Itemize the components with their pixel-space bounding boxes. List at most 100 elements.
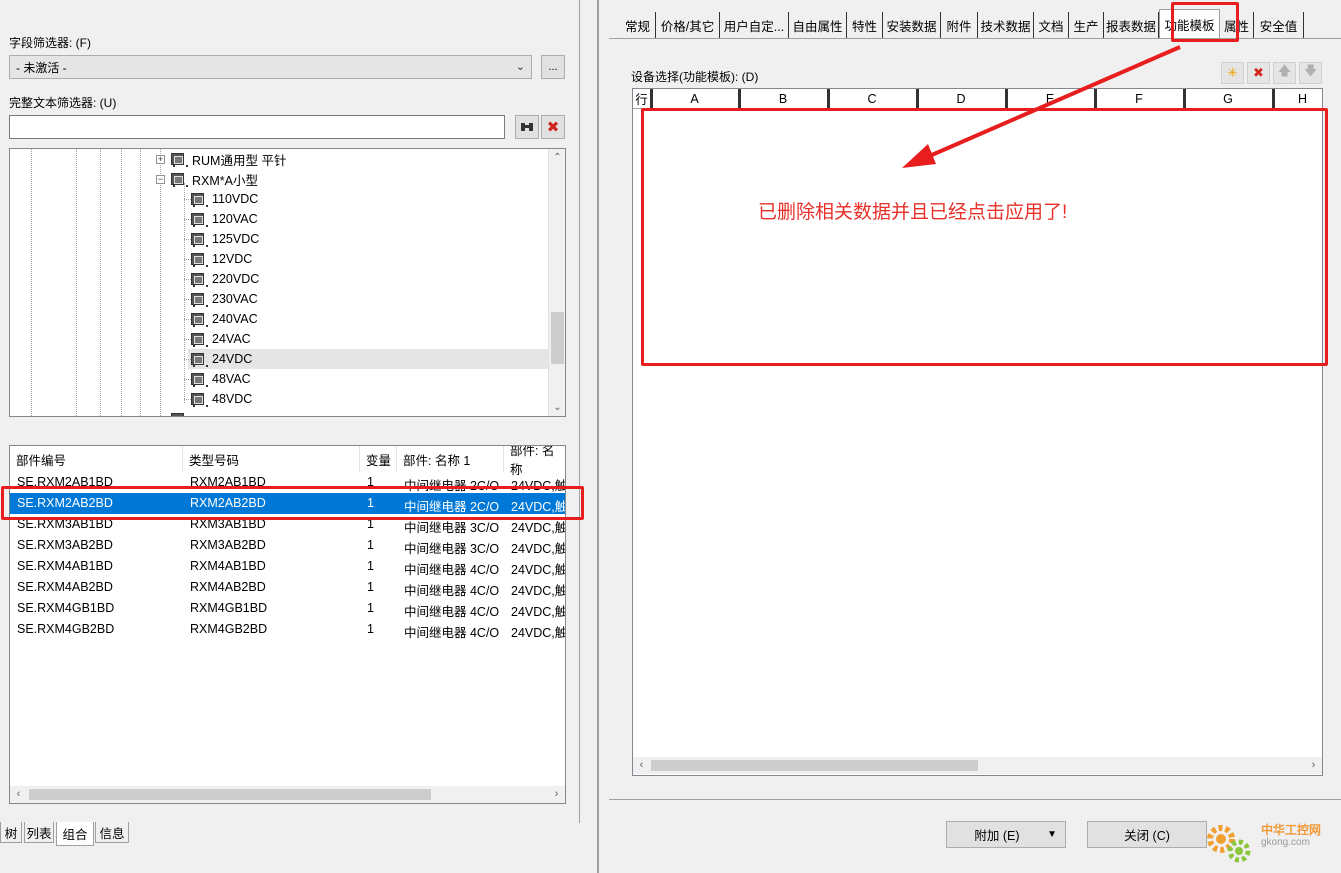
tree-item-label: RUM通用型 平针 bbox=[192, 153, 287, 168]
table-row[interactable]: SE.RXM4GB1BD RXM4GB1BD 1 中间继电器 4C/O 24VDC,触 bbox=[10, 598, 565, 619]
tree-item[interactable]: 110VDC bbox=[191, 189, 258, 209]
table-cell: 中间继电器 4C/O bbox=[404, 605, 500, 619]
scroll-up-icon[interactable]: ⌃ bbox=[549, 149, 565, 166]
tree-item-label: RXM*A小型 bbox=[192, 173, 258, 188]
tab-8[interactable]: 文档 bbox=[1034, 12, 1069, 38]
tree-item[interactable]: RUM通用型 平针 bbox=[171, 149, 286, 169]
left-panel: 字段筛选器: (F) - 未激活 - ⌄ ... 完整文本筛选器: (U) ✖ … bbox=[0, 0, 584, 823]
grid-column-header[interactable]: G bbox=[1184, 89, 1273, 109]
column-header[interactable]: 部件: 名称 1 bbox=[397, 446, 504, 472]
tree-item[interactable]: 48VDC bbox=[191, 389, 252, 409]
grid-horizontal-scrollbar[interactable]: ‹ › bbox=[633, 757, 1322, 774]
tab-2[interactable]: 用户自定... bbox=[720, 12, 789, 38]
scroll-right-icon[interactable]: › bbox=[548, 786, 565, 803]
delete-x-icon: ✖ bbox=[1253, 65, 1264, 80]
panel-splitter[interactable] bbox=[597, 0, 599, 873]
column-header[interactable]: 部件: 名称 bbox=[504, 446, 565, 477]
scroll-down-icon[interactable]: ⌄ bbox=[549, 399, 565, 416]
grid-column-header[interactable]: H bbox=[1273, 89, 1322, 109]
column-header[interactable]: 部件编号 bbox=[10, 446, 183, 472]
part-tree[interactable]: RUM通用型 平针 + RXM*A小型 − 110VDC 120VAC 125VDC 12VD… bbox=[9, 148, 566, 417]
field-filter-more-button[interactable]: ... bbox=[541, 55, 565, 79]
tab-7[interactable]: 技术数据 bbox=[978, 12, 1034, 38]
tree-item[interactable]: 24VDC bbox=[188, 349, 548, 369]
column-header[interactable]: 变量 bbox=[360, 446, 397, 472]
grid-column-header[interactable]: A bbox=[651, 89, 739, 109]
attach-button[interactable]: 附加 (E) ▼ bbox=[946, 821, 1066, 848]
field-filter-select[interactable]: - 未激活 - ⌄ bbox=[9, 55, 532, 79]
new-row-button[interactable]: ✳ bbox=[1221, 62, 1244, 84]
tree-item-label: 24VAC bbox=[212, 332, 251, 346]
table-cell: SE.RXM4GB1BD bbox=[17, 601, 115, 615]
move-down-button[interactable]: 🡇 bbox=[1299, 62, 1322, 84]
tree-item[interactable]: 240VAC bbox=[191, 309, 258, 329]
table-row[interactable]: SE.RXM4AB2BD RXM4AB2BD 1 中间继电器 4C/O 24VDC,触 bbox=[10, 577, 565, 598]
tab-9[interactable]: 生产 bbox=[1069, 12, 1104, 38]
component-icon bbox=[191, 273, 208, 287]
bottom-tab[interactable]: 树 bbox=[0, 822, 22, 843]
tree-item-label: 24VDC bbox=[212, 352, 253, 366]
scroll-left-icon[interactable]: ‹ bbox=[10, 786, 27, 803]
tab-0[interactable]: 常规 bbox=[620, 12, 656, 38]
clear-filter-button[interactable]: ✖ bbox=[541, 115, 565, 139]
tree-item-partial[interactable] bbox=[171, 409, 192, 416]
tree-item[interactable]: 12VDC bbox=[191, 249, 252, 269]
tab-6[interactable]: 附件 bbox=[941, 12, 978, 38]
tree-item[interactable]: RXM*A小型 bbox=[171, 169, 258, 189]
component-icon bbox=[171, 173, 188, 187]
grid-scroll-thumb[interactable] bbox=[651, 760, 978, 771]
expand-icon[interactable]: + bbox=[156, 155, 165, 164]
tree-vertical-scrollbar[interactable]: ⌃ ⌄ bbox=[548, 149, 565, 416]
table-cell: RXM4GB1BD bbox=[190, 601, 268, 615]
binoculars-button[interactable] bbox=[515, 115, 539, 139]
tab-10[interactable]: 报表数据 bbox=[1104, 12, 1159, 38]
component-icon bbox=[191, 313, 208, 327]
column-separator[interactable] bbox=[1272, 89, 1275, 109]
table-cell: RXM4GB2BD bbox=[190, 622, 268, 636]
tree-item[interactable]: 230VAC bbox=[191, 289, 258, 309]
tree-item[interactable]: 125VDC bbox=[191, 229, 259, 249]
table-horizontal-scrollbar[interactable]: ‹ › bbox=[10, 786, 565, 803]
table-cell: SE.RXM3AB2BD bbox=[17, 538, 113, 552]
tab-4[interactable]: 特性 bbox=[847, 12, 883, 38]
bottom-tab[interactable]: 信息 bbox=[95, 822, 129, 843]
tree-item[interactable]: 24VAC bbox=[191, 329, 251, 349]
close-button[interactable]: 关闭 (C) bbox=[1087, 821, 1207, 848]
component-icon bbox=[191, 293, 208, 307]
bottom-tab[interactable]: 列表 bbox=[24, 822, 54, 843]
tab-3[interactable]: 自由属性 bbox=[789, 12, 847, 38]
column-separator[interactable] bbox=[827, 89, 830, 109]
fulltext-filter-input[interactable] bbox=[9, 115, 505, 139]
table-scroll-thumb[interactable] bbox=[29, 789, 431, 800]
collapse-icon[interactable]: − bbox=[156, 175, 165, 184]
arrow-up-icon: 🡅 bbox=[1277, 63, 1292, 78]
tab-5[interactable]: 安装数据 bbox=[883, 12, 941, 38]
tree-scroll-thumb[interactable] bbox=[551, 312, 564, 364]
tree-item-label: 230VAC bbox=[212, 292, 258, 306]
scroll-right-icon[interactable]: › bbox=[1305, 757, 1322, 774]
column-separator[interactable] bbox=[650, 89, 653, 109]
tree-item-label: 110VDC bbox=[212, 192, 259, 206]
tab-13[interactable]: 安全值 bbox=[1254, 12, 1304, 38]
table-cell: 中间继电器 4C/O bbox=[404, 584, 500, 598]
tree-item[interactable]: 120VAC bbox=[191, 209, 258, 229]
move-up-button[interactable]: 🡅 bbox=[1273, 62, 1296, 84]
tree-item[interactable]: 220VDC bbox=[191, 269, 259, 289]
component-icon bbox=[191, 233, 208, 247]
component-icon bbox=[191, 213, 208, 227]
delete-row-button[interactable]: ✖ bbox=[1247, 62, 1270, 84]
grid-column-header[interactable]: 行 bbox=[633, 89, 651, 109]
table-row[interactable]: SE.RXM4AB1BD RXM4AB1BD 1 中间继电器 4C/O 24VDC,触 bbox=[10, 556, 565, 577]
fulltext-filter-label: 完整文本筛选器: (U) bbox=[9, 96, 117, 110]
watermark-line1: 中华工控网 bbox=[1261, 823, 1322, 837]
column-separator[interactable] bbox=[738, 89, 741, 109]
grid-column-header[interactable]: B bbox=[739, 89, 828, 109]
tree-item[interactable]: 48VAC bbox=[191, 369, 251, 389]
column-header[interactable]: 类型号码 bbox=[183, 446, 360, 472]
table-row[interactable]: SE.RXM3AB2BD RXM3AB2BD 1 中间继电器 3C/O 24VDC,触 bbox=[10, 535, 565, 556]
tab-1[interactable]: 价格/其它 bbox=[656, 12, 720, 38]
scroll-left-icon[interactable]: ‹ bbox=[633, 757, 650, 774]
bottom-tab[interactable]: 组合 bbox=[56, 822, 94, 846]
table-row[interactable]: SE.RXM4GB2BD RXM4GB2BD 1 中间继电器 4C/O 24VDC,触 bbox=[10, 619, 565, 640]
active-tab-highlight bbox=[1171, 2, 1239, 42]
